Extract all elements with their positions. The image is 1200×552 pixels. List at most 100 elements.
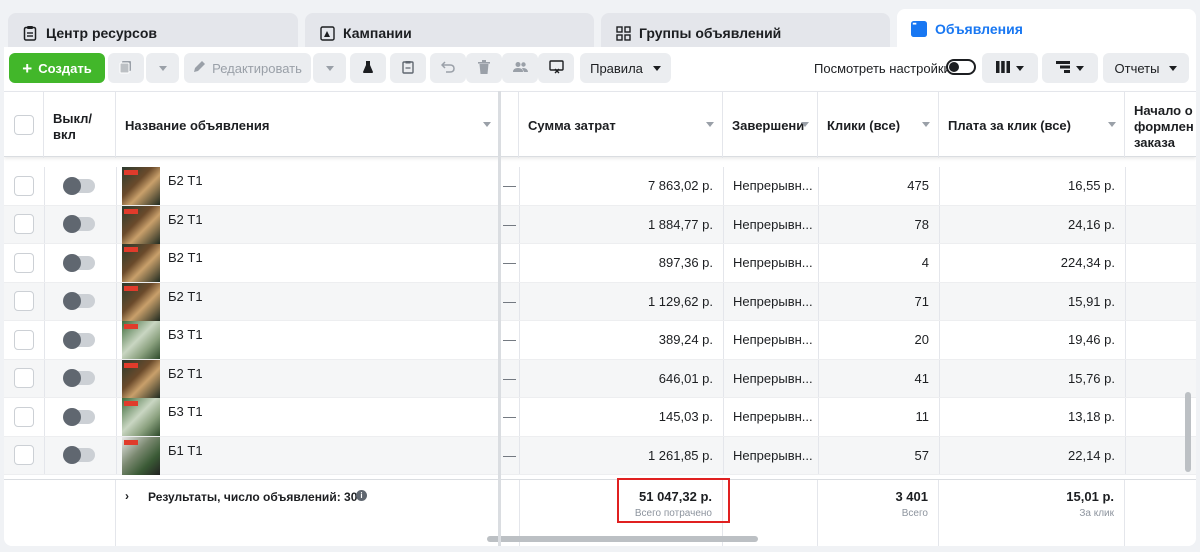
clipboard-icon bbox=[402, 60, 414, 77]
info-icon[interactable]: i bbox=[356, 490, 367, 501]
toggle-switch[interactable] bbox=[946, 59, 976, 75]
table-row[interactable]: Б3 Т1 — 145,03 р. Непрерывн... 11 13,18 р. bbox=[4, 398, 1196, 437]
create-button[interactable]: + Создать bbox=[9, 53, 105, 83]
breakdown-button[interactable] bbox=[1042, 53, 1098, 83]
table-row[interactable]: Б2 Т1 — 7 863,02 р. Непрерывн... 475 16,55 р. bbox=[4, 167, 1196, 206]
chevron-right-icon[interactable]: › bbox=[125, 489, 129, 503]
column-header-clicks[interactable]: Клики (все) bbox=[818, 92, 939, 158]
row-checkbox[interactable] bbox=[14, 329, 34, 350]
sort-icon bbox=[1108, 122, 1116, 127]
preview-button[interactable] bbox=[538, 53, 574, 83]
sort-icon bbox=[922, 122, 930, 127]
ad-thumbnail[interactable] bbox=[122, 205, 160, 244]
ad-thumbnail[interactable] bbox=[122, 359, 160, 398]
ad-status-toggle[interactable] bbox=[63, 407, 95, 426]
table-row[interactable]: Б2 Т1 — 1 884,77 р. Непрерывн... 78 24,16 р. bbox=[4, 205, 1196, 244]
row-spend: 897,36 р. bbox=[658, 255, 713, 271]
table-row[interactable]: Б3 Т1 — 389,24 р. Непрерывн... 20 19,46 р. bbox=[4, 321, 1196, 360]
ad-thumbnail[interactable] bbox=[122, 321, 160, 359]
row-name: Б1 Т1 bbox=[122, 436, 498, 475]
view-settings-label: Посмотреть настройки bbox=[814, 61, 951, 76]
people-icon bbox=[512, 61, 528, 76]
row-toggle bbox=[44, 398, 116, 436]
row-name: Б2 Т1 bbox=[122, 359, 498, 398]
ad-status-toggle[interactable] bbox=[63, 253, 95, 272]
ad-name[interactable]: Б3 Т1 bbox=[168, 327, 203, 342]
column-header-checkout[interactable]: Начало оформлен заказа bbox=[1125, 92, 1196, 158]
row-select bbox=[4, 283, 44, 321]
ad-thumbnail[interactable] bbox=[122, 282, 160, 321]
delete-button[interactable] bbox=[466, 53, 502, 83]
row-checkbox[interactable] bbox=[14, 406, 34, 427]
tab-ads[interactable]: Объявления bbox=[897, 9, 1196, 49]
ad-status-toggle[interactable] bbox=[63, 292, 95, 311]
row-checkbox[interactable] bbox=[14, 368, 34, 389]
ad-status-toggle[interactable] bbox=[63, 215, 95, 234]
frozen-column-divider[interactable] bbox=[498, 91, 501, 546]
row-checkbox[interactable] bbox=[14, 214, 34, 235]
ad-name[interactable]: Б2 Т1 bbox=[168, 173, 203, 188]
ad-status-toggle[interactable] bbox=[63, 446, 95, 465]
ad-thumbnail[interactable] bbox=[122, 244, 160, 282]
row-delivery: Непрерывн... bbox=[733, 370, 813, 386]
ad-status-toggle[interactable] bbox=[63, 369, 95, 388]
row-clicks: 20 bbox=[914, 332, 929, 348]
select-all-header bbox=[4, 92, 44, 158]
row-spend: 1 261,85 р. bbox=[647, 447, 713, 463]
row-checkbox[interactable] bbox=[14, 291, 34, 312]
table-row[interactable]: В2 Т1 — 897,36 р. Непрерывн... 4 224,34 р. bbox=[4, 244, 1196, 283]
ad-name[interactable]: Б2 Т1 bbox=[168, 289, 203, 304]
column-header-toggle[interactable]: Выкл/ вкл bbox=[44, 92, 116, 158]
horizontal-scrollbar[interactable] bbox=[487, 536, 758, 542]
row-delivery: Непрерывн... bbox=[733, 447, 813, 463]
duplicate-button[interactable] bbox=[108, 53, 144, 83]
ad-thumbnail[interactable] bbox=[122, 167, 160, 205]
table-row[interactable]: Б1 Т1 — 1 261,85 р. Непрерывн... 57 22,14 р. bbox=[4, 436, 1196, 475]
row-delivery: Непрерывн... bbox=[733, 332, 813, 348]
ad-name[interactable]: Б3 Т1 bbox=[168, 404, 203, 419]
row-delivery: Непрерывн... bbox=[733, 216, 813, 232]
edit-dropdown-button[interactable] bbox=[313, 53, 346, 83]
ad-name[interactable]: Б2 Т1 bbox=[168, 212, 203, 227]
ad-name[interactable]: Б1 Т1 bbox=[168, 443, 203, 458]
ad-status-toggle[interactable] bbox=[63, 176, 95, 195]
column-header-cpc[interactable]: Плата за клик (все) bbox=[939, 92, 1125, 158]
row-toggle bbox=[44, 283, 116, 321]
row-checkbox[interactable] bbox=[14, 175, 34, 196]
flag-icon bbox=[319, 25, 335, 41]
toolbar: + Создать Редактировать Правила Посмотре… bbox=[4, 47, 1196, 89]
columns-button[interactable] bbox=[982, 53, 1038, 83]
table-row[interactable]: Б2 Т1 — 1 129,62 р. Непрерывн... 71 15,91 р. bbox=[4, 282, 1196, 321]
column-header-delivery[interactable]: Завершени bbox=[723, 92, 818, 158]
table-body: Б2 Т1 — 7 863,02 р. Непрерывн... 475 16,55 р.… bbox=[4, 157, 1196, 479]
reports-button[interactable]: Отчеты bbox=[1103, 53, 1189, 83]
row-dash: — bbox=[503, 293, 516, 309]
row-spend: 7 863,02 р. bbox=[647, 178, 713, 194]
row-checkbox[interactable] bbox=[14, 445, 34, 466]
duplicate-dropdown-button[interactable] bbox=[146, 53, 179, 83]
clipboard-button[interactable] bbox=[390, 53, 426, 83]
vertical-scrollbar[interactable] bbox=[1185, 392, 1191, 472]
undo-button[interactable] bbox=[430, 53, 466, 83]
footer-results[interactable]: › Результаты, число объявлений: 30 i bbox=[116, 480, 500, 546]
audience-button[interactable] bbox=[502, 53, 538, 83]
column-header-spend[interactable]: Сумма затрат bbox=[519, 92, 723, 158]
ab-test-button[interactable] bbox=[350, 53, 386, 83]
edit-button[interactable]: Редактировать bbox=[184, 53, 311, 83]
row-cpc: 24,16 р. bbox=[1068, 216, 1115, 232]
ad-name[interactable]: Б2 Т1 bbox=[168, 366, 203, 381]
grid-icon bbox=[615, 25, 631, 41]
view-settings-toggle[interactable] bbox=[946, 59, 976, 78]
ad-thumbnail[interactable] bbox=[122, 398, 160, 436]
ad-thumbnail[interactable] bbox=[122, 436, 160, 475]
row-spend: 646,01 р. bbox=[658, 370, 713, 386]
duplicate-icon bbox=[119, 60, 133, 77]
rules-button[interactable]: Правила bbox=[580, 53, 671, 83]
select-all-checkbox[interactable] bbox=[13, 115, 34, 135]
column-header-name[interactable]: Название объявления bbox=[116, 92, 500, 158]
row-select bbox=[4, 437, 44, 475]
row-checkbox[interactable] bbox=[14, 252, 34, 273]
ad-name[interactable]: В2 Т1 bbox=[168, 250, 203, 265]
ad-status-toggle[interactable] bbox=[63, 330, 95, 349]
table-row[interactable]: Б2 Т1 — 646,01 р. Непрерывн... 41 15,76 р. bbox=[4, 359, 1196, 398]
